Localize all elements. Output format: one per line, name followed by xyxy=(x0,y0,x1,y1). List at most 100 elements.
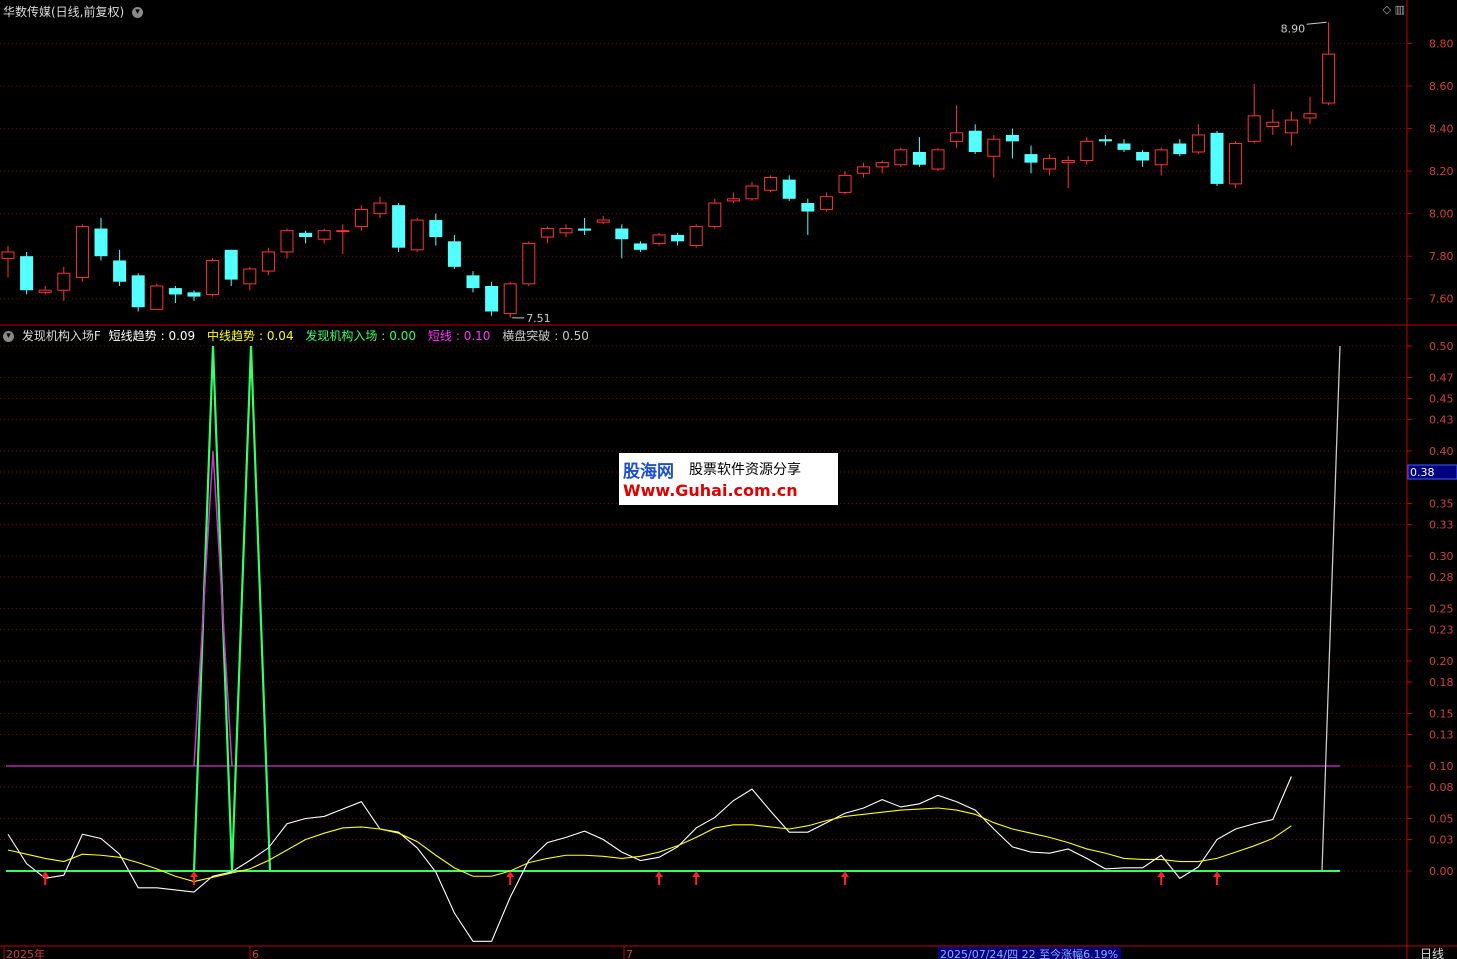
candle xyxy=(987,134,1001,178)
candle xyxy=(633,241,647,252)
candle-body xyxy=(671,234,685,242)
candle-body xyxy=(94,228,108,257)
candle xyxy=(1247,83,1261,144)
candle xyxy=(373,196,387,218)
status-text: 2025/07/24/四 22 至今涨幅6.19% xyxy=(940,947,1118,959)
candle-body xyxy=(38,289,52,293)
period-label: 日线 xyxy=(1420,947,1444,959)
candle-body xyxy=(726,198,740,202)
candle xyxy=(1005,128,1019,159)
indicator-tick-label: 0.40 xyxy=(1429,445,1454,458)
candle xyxy=(1024,145,1038,174)
indicator-tick-label: 0.18 xyxy=(1429,676,1454,689)
indicator-tick-label: 0.13 xyxy=(1429,729,1454,742)
candle-body xyxy=(485,285,499,312)
candle xyxy=(1266,109,1280,135)
indicator-tick-label: 0.05 xyxy=(1429,813,1454,826)
candle xyxy=(1173,139,1187,157)
candle-body xyxy=(1098,139,1112,142)
candle xyxy=(540,226,554,244)
candle-body xyxy=(987,138,1001,157)
candle xyxy=(113,249,127,286)
candle-body xyxy=(131,275,145,308)
price-tick-label: 8.00 xyxy=(1429,208,1454,221)
candle-body xyxy=(801,203,815,212)
up-arrow-icon xyxy=(506,871,515,885)
up-arrow-icon xyxy=(655,871,663,885)
high-marker-arrow xyxy=(1306,21,1327,25)
candle-body xyxy=(503,283,517,315)
candle xyxy=(875,160,889,174)
candle xyxy=(764,175,778,193)
candle-body xyxy=(968,130,982,152)
high-price-label: 8.90 xyxy=(1281,22,1306,35)
short-trend-line xyxy=(7,776,1292,942)
indicator-tick-label: 0.33 xyxy=(1429,519,1454,532)
candle xyxy=(782,175,796,201)
price-tick-label: 7.80 xyxy=(1429,250,1454,263)
candle xyxy=(187,290,201,301)
candle-body xyxy=(1284,119,1298,134)
candle-body xyxy=(838,174,852,193)
candle-body xyxy=(75,225,89,278)
candle-body xyxy=(243,268,257,285)
candle xyxy=(912,137,926,167)
candle-body xyxy=(1080,140,1094,161)
indicator-tick-label: 0.47 xyxy=(1429,372,1454,385)
candle-body xyxy=(224,249,238,280)
candle xyxy=(950,105,964,148)
candle-body xyxy=(1266,121,1280,127)
candle xyxy=(931,147,945,172)
indicator-tick-label: 0.25 xyxy=(1429,603,1454,616)
candle xyxy=(168,285,182,303)
candle xyxy=(708,198,722,229)
candle-body xyxy=(1005,134,1019,142)
candle xyxy=(75,224,89,282)
candle xyxy=(894,147,908,167)
candle-body xyxy=(633,243,647,250)
candle-body xyxy=(875,162,889,168)
candle xyxy=(838,171,852,195)
candle xyxy=(243,266,257,291)
candle-body xyxy=(1024,154,1038,163)
candle xyxy=(392,203,406,252)
candle xyxy=(1098,134,1112,146)
indicator-tick-label: 0.00 xyxy=(1429,865,1454,878)
candle-body xyxy=(689,225,703,247)
candle-body xyxy=(1061,159,1075,164)
candle xyxy=(1080,137,1094,165)
low-price-label: 7.51 xyxy=(526,312,551,325)
candle xyxy=(1303,96,1317,125)
candle-body xyxy=(57,272,71,291)
candle xyxy=(596,215,610,225)
candle xyxy=(745,181,759,201)
candle xyxy=(578,217,592,235)
candle xyxy=(447,234,461,269)
candle xyxy=(1,245,15,278)
candle-body xyxy=(1303,113,1317,119)
up-arrow-icon xyxy=(841,871,849,885)
candle-body xyxy=(894,149,908,166)
candle-body xyxy=(392,205,406,248)
indicator-tick-label: 0.30 xyxy=(1429,550,1454,563)
indicator-tick-label: 0.20 xyxy=(1429,655,1454,668)
candle-body xyxy=(950,132,964,142)
candle-body xyxy=(168,288,182,295)
candle xyxy=(968,124,982,155)
indicator-tick-label: 0.28 xyxy=(1429,571,1454,584)
candle xyxy=(20,251,34,295)
candle-body xyxy=(466,275,480,289)
candle-body xyxy=(317,230,331,240)
candle xyxy=(317,228,331,244)
candle xyxy=(503,281,517,318)
indicator-tick-label: 0.23 xyxy=(1429,624,1454,637)
candle-body xyxy=(1117,143,1131,150)
candle-body xyxy=(447,241,461,267)
indicator-tick-label: 0.50 xyxy=(1429,340,1454,353)
time-label: 2025年 xyxy=(6,947,45,959)
candle xyxy=(150,283,164,310)
watermark-slogan: 股票软件资源分享 xyxy=(689,462,801,478)
candle-body xyxy=(336,230,350,233)
up-arrow-icon xyxy=(1157,871,1166,885)
candle-body xyxy=(299,232,313,238)
